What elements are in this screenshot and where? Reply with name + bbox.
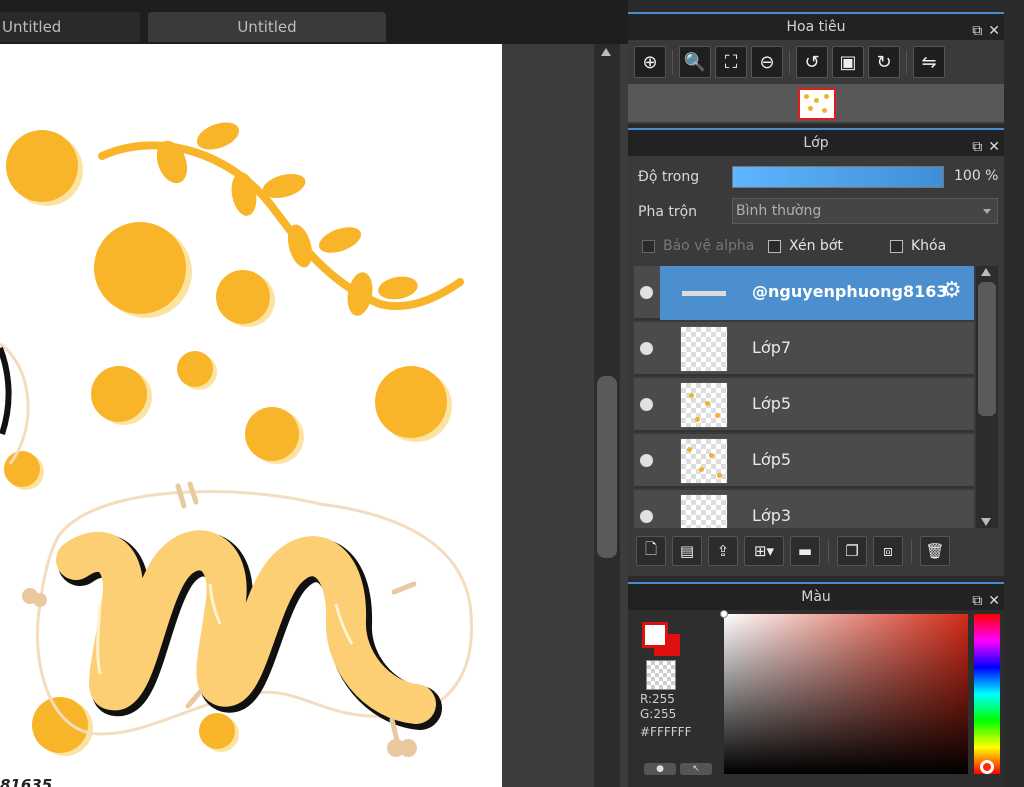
close-icon[interactable]: ✕: [988, 139, 1000, 155]
visibility-icon[interactable]: [640, 398, 653, 411]
drawing-canvas[interactable]: 81635: [0, 44, 502, 787]
layer-toolbar: 🗋 ▤ ⇪ ⊞▾ ▬ ❐ ⧈ 🗑: [636, 536, 950, 566]
green-value: G:255: [640, 707, 677, 721]
hex-value: #FFFFFF: [640, 725, 692, 739]
folder-icon[interactable]: ▬: [790, 536, 820, 566]
visibility-icon[interactable]: [640, 342, 653, 355]
layer-row[interactable]: Lớp3: [634, 490, 974, 528]
opacity-label: Độ trong: [638, 169, 700, 185]
layer-row[interactable]: @nguyenphuong8163 ⚙: [634, 266, 974, 320]
close-icon[interactable]: ✕: [988, 23, 1000, 39]
zoom-in-icon[interactable]: 🔍: [679, 46, 711, 78]
eyedropper-button[interactable]: ↖: [680, 763, 712, 775]
scroll-down-icon[interactable]: [981, 518, 991, 526]
blend-mode-value: Bình thường: [736, 203, 822, 219]
artwork: [0, 122, 473, 757]
visibility-icon[interactable]: [640, 286, 653, 299]
document-tab-2[interactable]: Untitled: [148, 12, 386, 42]
blend-label: Pha trộn: [638, 204, 698, 220]
protect-alpha-checkbox[interactable]: Bảo vệ alpha: [642, 238, 754, 254]
edge-stroke: [0, 346, 12, 435]
blend-mode-select[interactable]: Bình thường: [732, 198, 998, 224]
layer-scroll-thumb[interactable]: [978, 282, 996, 416]
layer-row[interactable]: Lớp5: [634, 378, 974, 432]
lock-checkbox[interactable]: Khóa: [890, 238, 946, 254]
delete-icon[interactable]: 🗑: [920, 536, 950, 566]
fit-screen-icon[interactable]: ⛶: [715, 46, 747, 78]
layer-name: Lớp7: [752, 338, 792, 357]
clipping-label: Xén bớt: [789, 238, 843, 254]
zoom-out-icon[interactable]: ⊖: [751, 46, 783, 78]
chevron-down-icon: [983, 209, 991, 214]
layer-name: Lớp3: [752, 506, 792, 525]
layer-name: Lớp5: [752, 394, 792, 413]
scroll-up-icon[interactable]: [601, 48, 611, 56]
layer-thumbnail: [680, 270, 728, 316]
flip-icon[interactable]: ⇋: [913, 46, 945, 78]
hue-slider[interactable]: [974, 614, 1000, 774]
layer-list-scrollbar[interactable]: [976, 266, 998, 528]
clipping-checkbox[interactable]: Xén bớt: [768, 238, 843, 254]
gear-icon[interactable]: ⚙: [942, 278, 962, 303]
layer-name: Lớp5: [752, 450, 792, 469]
merge-icon[interactable]: ⧈: [873, 536, 903, 566]
lock-label: Khóa: [911, 238, 947, 254]
actual-size-icon[interactable]: ▣: [832, 46, 864, 78]
document-tab-1[interactable]: Untitled: [0, 12, 140, 42]
import-layer-icon[interactable]: ⇪: [708, 536, 738, 566]
opacity-value: 100 %: [954, 168, 999, 184]
layer-row[interactable]: Lớp7: [634, 322, 974, 376]
visibility-icon[interactable]: [640, 454, 653, 467]
canvas-area[interactable]: 81635: [0, 44, 628, 787]
undock-icon[interactable]: ⧉: [972, 139, 982, 155]
duplicate-icon[interactable]: ❐: [837, 536, 867, 566]
add-layer-menu-icon[interactable]: ⊞▾: [744, 536, 784, 566]
app-window: Untitled Untitled 81635 Hoa tiêu ⧉ ✕ ⊕ 🔍…: [0, 0, 1024, 787]
layer-thumbnail: [680, 438, 728, 484]
visibility-icon[interactable]: [640, 510, 653, 523]
color-picker-cursor[interactable]: [720, 610, 728, 618]
rotate-left-icon[interactable]: ↺: [796, 46, 828, 78]
canvas-scroll-thumb[interactable]: [597, 376, 617, 558]
rotate-right-icon[interactable]: ↻: [868, 46, 900, 78]
color-title: Màu: [801, 589, 831, 605]
canvas-vertical-scrollbar[interactable]: [594, 44, 620, 787]
new-raster-layer-icon[interactable]: ▤: [672, 536, 702, 566]
navigator-body: ⊕ 🔍 ⛶ ⊖ ↺ ▣ ↻ ⇋: [628, 40, 1004, 124]
layers-header: Lớp ⧉ ✕: [628, 128, 1004, 156]
navigator-thumbnail[interactable]: [798, 88, 836, 120]
layer-thumbnail: [680, 382, 728, 428]
navigator-header: Hoa tiêu ⧉ ✕: [628, 12, 1004, 40]
letter-m: [56, 530, 442, 730]
undock-icon[interactable]: ⧉: [972, 23, 982, 39]
close-icon[interactable]: ✕: [988, 593, 1000, 609]
scroll-up-icon[interactable]: [981, 268, 991, 276]
layer-list: @nguyenphuong8163 ⚙ Lớp7 Lớp5 Lớp5 Lớp3: [634, 266, 974, 528]
layer-name: @nguyenphuong8163: [752, 282, 948, 301]
transparent-color-swatch[interactable]: [646, 660, 676, 690]
navigator-toolbar: ⊕ 🔍 ⛶ ⊖ ↺ ▣ ↻ ⇋: [634, 46, 945, 78]
foreground-color-swatch[interactable]: [642, 622, 668, 648]
protect-alpha-label: Bảo vệ alpha: [663, 238, 755, 254]
document-tab-bar: Untitled Untitled: [0, 0, 628, 44]
hue-slider-knob[interactable]: [980, 760, 994, 774]
add-color-button[interactable]: ●: [644, 763, 676, 775]
layer-row[interactable]: Lớp5: [634, 434, 974, 488]
navigator-preview[interactable]: [628, 84, 1004, 122]
layers-title: Lớp: [803, 135, 829, 151]
layer-thumbnail: [680, 494, 728, 528]
zoom-fit-icon[interactable]: ⊕: [634, 46, 666, 78]
undock-icon[interactable]: ⧉: [972, 593, 982, 609]
new-layer-icon[interactable]: 🗋: [636, 536, 666, 566]
right-dock: Hoa tiêu ⧉ ✕ ⊕ 🔍 ⛶ ⊖ ↺ ▣ ↻ ⇋ Lớp ⧉ ✕ Độ …: [628, 0, 1024, 787]
color-header: Màu ⧉ ✕: [628, 582, 1004, 610]
red-value: R:255: [640, 692, 675, 706]
navigator-title: Hoa tiêu: [786, 19, 846, 35]
opacity-slider[interactable]: [732, 166, 944, 188]
saturation-value-picker[interactable]: [720, 610, 968, 774]
watermark-text: 81635: [0, 776, 53, 787]
layer-thumbnail: [680, 326, 728, 372]
